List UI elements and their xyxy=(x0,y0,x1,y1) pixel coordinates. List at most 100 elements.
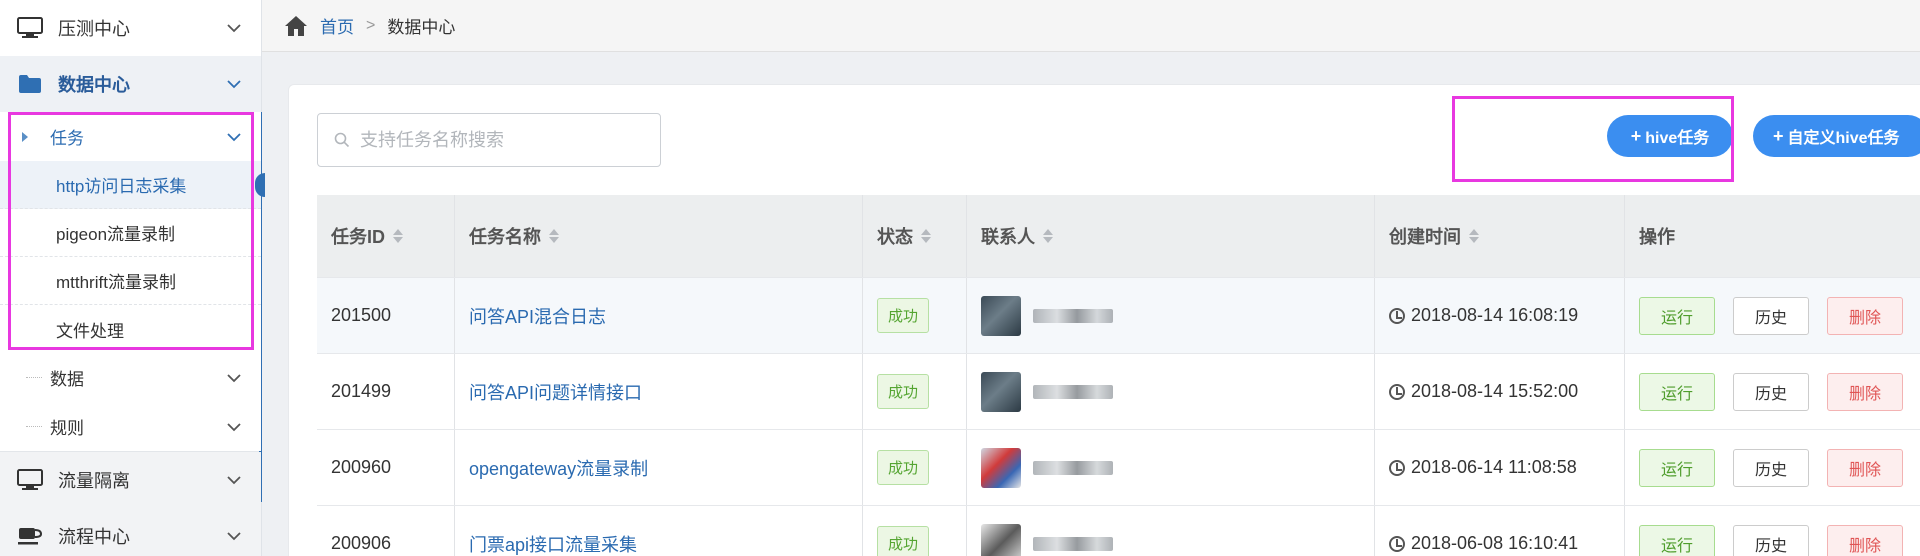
nav-pressure-test-center[interactable]: 压测中心 xyxy=(0,0,261,56)
search-input[interactable] xyxy=(360,129,650,151)
nav-process-center[interactable]: 流程中心 xyxy=(0,508,261,556)
sidebar-item-label: 规则 xyxy=(50,419,84,438)
chevron-down-icon xyxy=(227,470,241,490)
contact-name-blurred xyxy=(1033,460,1113,475)
folder-icon xyxy=(16,72,44,96)
chevron-down-icon xyxy=(227,526,241,546)
sidebar-item-data[interactable]: 数据 xyxy=(0,353,261,402)
column-header-id[interactable]: 任务ID xyxy=(317,195,455,277)
breadcrumb-home-link[interactable]: 首页 xyxy=(320,13,354,38)
sort-icon xyxy=(393,229,403,243)
chevron-down-icon xyxy=(227,74,241,94)
plus-icon: + xyxy=(1630,125,1642,146)
delete-button[interactable]: 删除 xyxy=(1827,372,1903,411)
sort-icon xyxy=(549,229,559,243)
run-button[interactable]: 运行 xyxy=(1639,372,1715,411)
avatar xyxy=(981,371,1021,412)
clock-icon xyxy=(1389,383,1405,400)
sidebar-bottom-group: 流量隔离 流程中心 xyxy=(0,451,261,556)
column-header-contact[interactable]: 联系人 xyxy=(967,195,1375,277)
column-label: 联系人 xyxy=(981,227,1035,247)
sidebar-item-label: 数据 xyxy=(50,370,84,389)
chevron-down-icon xyxy=(227,368,241,388)
column-label: 状态 xyxy=(877,227,913,247)
delete-button[interactable]: 删除 xyxy=(1827,448,1903,487)
clock-icon xyxy=(1389,307,1405,324)
table-header: 任务ID 任务名称 状态 联系人 创建时间 操作 xyxy=(317,195,1920,277)
data-center-submenu: 任务 http访问日志采集 pigeon流量录制 mtthrift流量录制 文件… xyxy=(0,112,265,451)
status-badge: 成功 xyxy=(877,298,930,333)
add-hive-task-button[interactable]: + hive任务 xyxy=(1607,115,1733,157)
sidebar-item-http-log[interactable]: http访问日志采集 xyxy=(0,161,265,209)
table-row: 201499 问答API问题详情接口 成功 2018-08-14 15:52:0… xyxy=(317,353,1920,429)
button-label: hive任务 xyxy=(1645,130,1710,147)
monitor-icon xyxy=(16,16,44,40)
nav-traffic-isolation[interactable]: 流量隔离 xyxy=(0,452,261,508)
table-row: 201500 问答API混合日志 成功 2018-08-14 16:08:19 … xyxy=(317,277,1920,353)
main-panel: + hive任务 + 自定义hive任务 任务ID 任务名称 状态 联系人 创建… xyxy=(288,84,1920,556)
cell-created: 2018-06-14 11:08:58 xyxy=(1411,457,1577,477)
sidebar-item-label: 文件处理 xyxy=(56,321,124,341)
task-name-link[interactable]: 问答API问题详情接口 xyxy=(469,379,642,405)
run-button[interactable]: 运行 xyxy=(1639,524,1715,556)
monitor-icon xyxy=(16,468,44,492)
sidebar-item-file[interactable]: 文件处理 xyxy=(0,305,261,353)
nav-label: 流程中心 xyxy=(58,527,130,547)
run-button[interactable]: 运行 xyxy=(1639,448,1715,487)
breadcrumb-separator: > xyxy=(366,16,376,34)
caret-right-icon xyxy=(22,132,28,142)
sidebar-item-label: 任务 xyxy=(50,129,84,148)
sidebar-item-rules[interactable]: 规则 xyxy=(0,402,261,451)
column-header-actions: 操作 xyxy=(1625,195,1920,277)
cell-created: 2018-08-14 15:52:00 xyxy=(1411,381,1579,401)
task-table: 任务ID 任务名称 状态 联系人 创建时间 操作 201500 问答API混合日… xyxy=(317,195,1920,556)
run-button[interactable]: 运行 xyxy=(1639,296,1715,335)
table-row: 200906 门票api接口流量采集 成功 2018-06-08 16:10:4… xyxy=(317,505,1920,556)
add-custom-hive-task-button[interactable]: + 自定义hive任务 xyxy=(1753,115,1920,157)
chevron-down-icon xyxy=(227,127,241,147)
delete-button[interactable]: 删除 xyxy=(1827,524,1903,556)
nav-label: 数据中心 xyxy=(58,75,130,95)
history-button[interactable]: 历史 xyxy=(1733,448,1809,487)
sidebar-item-pigeon[interactable]: pigeon流量录制 xyxy=(0,209,261,257)
sort-icon xyxy=(1043,229,1053,243)
sidebar-item-mtthrift[interactable]: mtthrift流量录制 xyxy=(0,257,261,305)
contact-name-blurred xyxy=(1033,384,1113,399)
cell-id: 201500 xyxy=(317,278,455,353)
chevron-down-icon xyxy=(227,18,241,38)
button-label: 自定义hive任务 xyxy=(1787,130,1900,147)
contact-name-blurred xyxy=(1033,536,1113,551)
plus-icon: + xyxy=(1773,125,1784,146)
search-box[interactable] xyxy=(317,113,661,167)
column-label: 任务名称 xyxy=(469,227,541,247)
task-name-link[interactable]: 门票api接口流量采集 xyxy=(469,531,637,556)
cell-id: 200906 xyxy=(317,506,455,556)
history-button[interactable]: 历史 xyxy=(1733,296,1809,335)
cell-id: 201499 xyxy=(317,354,455,429)
home-icon xyxy=(285,15,307,36)
cell-id: 200960 xyxy=(317,430,455,505)
clock-icon xyxy=(1389,459,1405,476)
delete-button[interactable]: 删除 xyxy=(1827,296,1903,335)
history-button[interactable]: 历史 xyxy=(1733,524,1809,556)
contact-name-blurred xyxy=(1033,308,1113,323)
avatar xyxy=(981,523,1021,556)
column-header-name[interactable]: 任务名称 xyxy=(455,195,863,277)
column-label: 操作 xyxy=(1639,227,1675,247)
column-label: 创建时间 xyxy=(1389,227,1461,247)
column-header-status[interactable]: 状态 xyxy=(863,195,967,277)
status-badge: 成功 xyxy=(877,450,930,485)
column-label: 任务ID xyxy=(331,227,385,247)
status-badge: 成功 xyxy=(877,374,930,409)
task-name-link[interactable]: opengateway流量录制 xyxy=(469,455,648,481)
avatar xyxy=(981,447,1021,488)
sort-icon xyxy=(1469,229,1479,243)
history-button[interactable]: 历史 xyxy=(1733,372,1809,411)
cell-created: 2018-06-08 16:10:41 xyxy=(1411,533,1579,553)
sidebar-item-task[interactable]: 任务 xyxy=(0,112,261,161)
nav-data-center[interactable]: 数据中心 xyxy=(0,56,262,502)
search-icon xyxy=(334,132,350,148)
column-header-created[interactable]: 创建时间 xyxy=(1375,195,1625,277)
sidebar-item-label: http访问日志采集 xyxy=(56,177,187,196)
task-name-link[interactable]: 问答API混合日志 xyxy=(469,303,606,329)
